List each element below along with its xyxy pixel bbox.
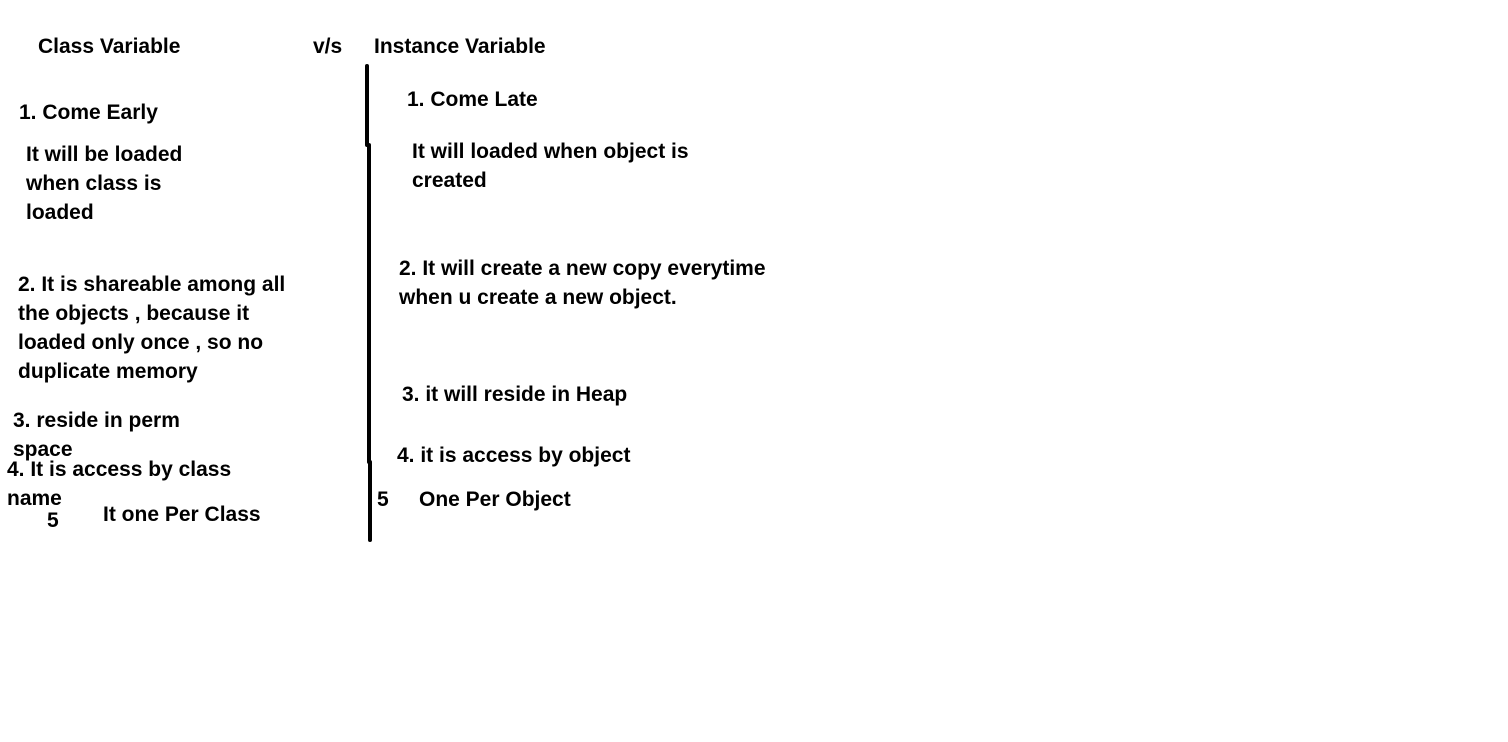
class-point-1-detail: It will be loaded when class is loaded — [26, 143, 183, 224]
instance-point-1-detail: It will loaded when object is created — [412, 140, 689, 192]
class-variable-heading: Class Variable — [38, 35, 181, 58]
versus-label: v/s — [313, 35, 343, 58]
instance-point-5-text: One Per Object — [419, 488, 571, 511]
class-point-5-text: It one Per Class — [103, 503, 261, 526]
class-point-1-title: 1. Come Early — [19, 101, 158, 124]
instance-point-4: 4. it is access by object — [397, 444, 631, 467]
instance-point-3: 3. it will reside in Heap — [402, 383, 628, 406]
class-point-2: 2. It is shareable among all the objects… — [18, 273, 286, 383]
instance-point-1-title: 1. Come Late — [407, 88, 538, 111]
instance-point-5-number: 5 — [377, 488, 389, 511]
instance-point-2: 2. It will create a new copy everytime w… — [399, 257, 766, 309]
divider-line — [365, 64, 372, 542]
class-point-5-number: 5 — [47, 509, 59, 532]
instance-variable-heading: Instance Variable — [374, 35, 546, 58]
